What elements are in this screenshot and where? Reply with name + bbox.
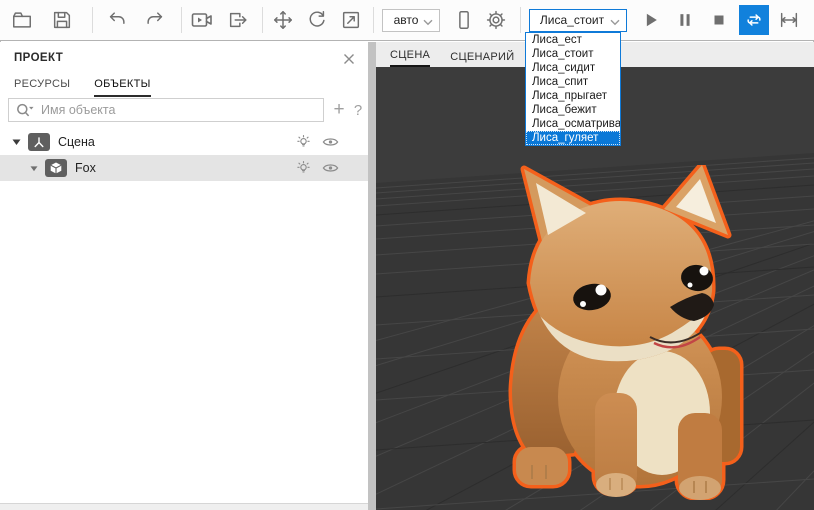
panel-title: ПРОЕКТ [14,52,63,64]
play-icon [641,10,661,30]
panel-divider[interactable] [368,42,376,510]
fox-model[interactable] [500,165,750,500]
chevron-down-icon [610,19,620,26]
object-search [8,98,324,122]
redo-button[interactable] [143,8,167,32]
dropdown-option[interactable]: Лиса_бежит [526,103,620,117]
animation-select[interactable]: Лиса_стоит [529,9,627,32]
scene-axis-icon [28,133,50,151]
tree-row-fox[interactable]: Fox [0,155,368,181]
visibility-eye-icon[interactable] [321,160,340,176]
close-icon [343,53,355,65]
move-tool-button[interactable] [271,8,295,32]
expand-caret-icon[interactable] [30,165,38,172]
open-project-button[interactable] [10,8,34,32]
tab-resources[interactable]: РЕСУРСЫ [14,78,70,97]
add-object-button[interactable]: + [330,98,348,122]
quality-select[interactable]: авто [382,9,440,32]
search-icon[interactable] [15,101,35,119]
toolbar-separator [520,7,521,33]
highlight-bulb-icon[interactable] [295,133,312,151]
dropdown-option[interactable]: Лиса_ест [526,33,620,47]
rotate-tool-button[interactable] [305,8,329,32]
fit-width-button[interactable] [777,8,801,32]
dropdown-option-selected[interactable]: Лиса_гуляет [526,131,620,145]
close-panel-button[interactable] [340,50,358,68]
cube-icon [45,159,67,177]
highlight-bulb-icon[interactable] [295,159,312,177]
tab-scene[interactable]: СЦЕНА [390,49,430,67]
stop-animation-button[interactable] [707,8,731,32]
loop-animation-button[interactable] [739,5,769,35]
chevron-down-icon [423,19,433,26]
loop-icon [744,10,764,30]
scale-icon [340,9,362,31]
animation-select-value: Лиса_стоит [540,13,604,27]
help-button[interactable]: ? [350,98,366,122]
tab-objects[interactable]: ОБЪЕКТЫ [94,78,150,97]
project-panel: ПРОЕКТ РЕСУРСЫ ОБЪЕКТЫ + ? Сцена [0,42,368,503]
pause-animation-button[interactable] [673,8,697,32]
redo-icon [144,9,166,31]
toolbar-separator [92,7,93,33]
folder-icon [11,9,33,31]
dropdown-option[interactable]: Лиса_осматрива [526,117,620,131]
tab-scenario[interactable]: СЦЕНАРИЙ [450,51,514,67]
width-fit-icon [778,9,800,31]
object-tree: Сцена Fox [0,129,368,181]
search-input[interactable] [39,102,323,118]
toolbar-separator [262,7,263,33]
undo-icon [106,9,128,31]
tree-label: Fox [75,161,295,175]
toolbar-separator [373,7,374,33]
animation-dropdown-list: Лиса_ест Лиса_стоит Лиса_сидит Лиса_спит… [525,32,621,146]
phone-icon [453,9,475,31]
move-icon [272,9,294,31]
run-preview-button[interactable] [190,8,214,32]
export-button[interactable] [226,8,250,32]
application-window: авто Лиса_стоит ПРОЕКТ [0,0,814,510]
dropdown-option[interactable]: Лиса_сидит [526,61,620,75]
play-animation-button[interactable] [639,8,663,32]
pause-icon [675,10,695,30]
scale-tool-button[interactable] [339,8,363,32]
horizontal-scrollbar[interactable] [0,503,368,510]
stop-icon [710,11,728,29]
tree-label: Сцена [58,135,295,149]
export-icon [227,9,249,31]
project-tabbar: РЕСУРСЫ ОБЪЕКТЫ [14,78,151,97]
toolbar-separator [181,7,182,33]
camera-play-icon [190,8,214,32]
dropdown-option[interactable]: Лиса_прыгает [526,89,620,103]
rotate-icon [306,9,328,31]
visibility-eye-icon[interactable] [321,134,340,150]
dropdown-option[interactable]: Лиса_стоит [526,47,620,61]
undo-button[interactable] [105,8,129,32]
save-button[interactable] [50,8,74,32]
dropdown-option[interactable]: Лиса_спит [526,75,620,89]
save-icon [51,9,73,31]
settings-button[interactable] [484,8,508,32]
device-mode-button[interactable] [452,8,476,32]
main-toolbar: авто Лиса_стоит [0,0,814,41]
gear-icon [485,9,507,31]
expand-caret-icon[interactable] [12,138,21,146]
quality-select-value: авто [394,13,419,27]
tree-row-scene[interactable]: Сцена [0,129,368,155]
